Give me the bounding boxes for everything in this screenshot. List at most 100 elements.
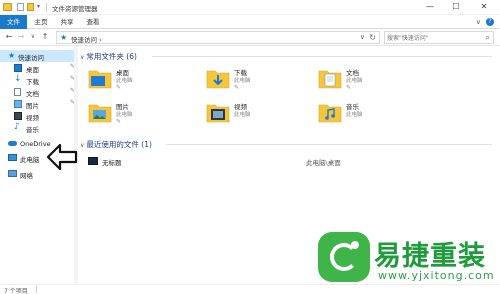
videos-folder-icon <box>206 104 230 123</box>
close-button[interactable]: ✕ <box>472 0 496 14</box>
watermark-title: 易捷重装 <box>374 241 486 272</box>
folder-location: 此电脑 <box>346 78 363 84</box>
breadcrumb-quick-access[interactable]: 快速访问 <box>71 36 97 44</box>
download-icon: ↓ <box>14 74 22 84</box>
network-icon <box>8 170 17 177</box>
help-icon[interactable]: ? <box>486 18 494 26</box>
videos-icon <box>14 112 22 120</box>
watermark-logo-icon <box>318 232 370 282</box>
collapse-chevron-icon[interactable]: ∨ <box>80 142 84 149</box>
search-icon[interactable]: ⌕ <box>486 33 490 43</box>
folder-location: 此电脑 <box>234 112 251 118</box>
title-bar: ▾ 文件资源管理器 — ☐ ✕ <box>0 0 500 15</box>
breadcrumb-separator[interactable]: › <box>99 36 102 44</box>
folder-tile-desktop[interactable]: 桌面 此电脑 ✎ <box>80 65 180 95</box>
file-location: 此电脑\桌面 <box>306 159 341 167</box>
properties-icon[interactable] <box>17 3 24 11</box>
desktop-folder-icon <box>88 70 112 89</box>
nav-item-videos[interactable]: 视频 <box>0 110 78 122</box>
folder-tile-music[interactable]: 音乐 此电脑 <box>310 99 410 129</box>
frequent-folders-header[interactable]: ∨ 常用文件夹 (6) <box>80 51 137 62</box>
item-count: 7 个项目 <box>4 288 28 294</box>
nav-item-desktop[interactable]: 桌面 ✎ <box>0 62 78 74</box>
tab-home[interactable]: 主页 <box>29 15 53 29</box>
back-button[interactable]: ← <box>4 32 14 41</box>
recent-file-row[interactable]: 无标题 此电脑\桌面 <box>86 156 486 167</box>
address-row: ← → ∨ ↑ ★ 快速访问 › ∨ ↻ ⌕ <box>0 29 500 46</box>
refresh-icon[interactable]: ↻ <box>369 33 376 42</box>
forward-button[interactable]: → <box>16 32 26 41</box>
folder-tile-downloads[interactable]: 下载 此电脑 ✎ <box>198 65 298 95</box>
documents-icon <box>14 88 21 96</box>
pin-icon: ✎ <box>346 84 352 91</box>
folder-location: 此电脑 <box>116 78 133 84</box>
group-title: 常用文件夹 (6) <box>86 52 137 61</box>
nav-label: 音乐 <box>26 126 39 134</box>
ribbon-expand-icon[interactable]: ∨ <box>476 18 481 26</box>
desktop-icon <box>14 64 22 72</box>
tab-view[interactable]: 查看 <box>81 15 105 29</box>
address-dropdown-icon[interactable]: ∨ <box>360 33 365 41</box>
image-file-icon <box>88 157 98 165</box>
computer-icon <box>8 154 17 161</box>
folder-tile-videos[interactable]: 视频 此电脑 <box>198 99 298 129</box>
pictures-icon <box>14 100 22 108</box>
explorer-app-icon[interactable] <box>3 3 12 11</box>
nav-item-pictures[interactable]: 图片 ✎ <box>0 98 78 110</box>
up-button[interactable]: ↑ <box>40 32 50 41</box>
nav-item-documents[interactable]: 文档 ✎ <box>0 86 78 98</box>
folder-location: 此电脑 <box>346 112 363 118</box>
music-icon: ♪ <box>14 122 20 132</box>
folder-tile-pictures[interactable]: 图片 此电脑 ✎ <box>80 99 180 129</box>
nav-item-downloads[interactable]: ↓ 下载 ✎ <box>0 74 78 86</box>
nav-label: 下载 <box>26 78 39 86</box>
status-bar: 7 个项目 <box>0 284 500 294</box>
documents-folder-icon <box>318 70 342 89</box>
nav-label: 文档 <box>26 90 39 98</box>
music-folder-icon <box>318 104 342 123</box>
pictures-folder-icon <box>88 104 112 123</box>
new-folder-icon[interactable] <box>27 3 34 11</box>
search-input[interactable] <box>387 33 477 43</box>
tab-share[interactable]: 共享 <box>55 15 79 29</box>
tab-file[interactable]: 文件 <box>0 15 27 29</box>
pin-icon: ✎ <box>116 118 122 125</box>
status-separator <box>36 286 37 293</box>
breadcrumb[interactable]: 快速访问 › <box>71 34 102 44</box>
title-separator <box>46 3 47 12</box>
quick-access-star-icon: ★ <box>8 51 16 60</box>
search-box[interactable]: ⌕ <box>384 31 494 44</box>
nav-quick-access[interactable]: ★ 快速访问 <box>0 50 78 62</box>
downloads-folder-icon <box>206 70 230 89</box>
nav-label: 网络 <box>20 172 33 180</box>
pin-icon: ✎ <box>116 84 122 91</box>
group-divider <box>166 144 492 145</box>
folder-location: 此电脑 <box>234 78 251 84</box>
recent-locations-button[interactable]: ∨ <box>28 33 38 40</box>
nav-label: 桌面 <box>26 66 39 74</box>
onedrive-cloud-icon <box>8 141 17 146</box>
group-divider <box>152 56 492 57</box>
nav-label: 快速访问 <box>18 54 44 62</box>
pointer-arrow-icon <box>46 143 78 171</box>
file-name: 无标题 <box>102 159 122 167</box>
window-title: 文件资源管理器 <box>52 5 98 13</box>
ribbon-tabs: 文件 主页 共享 查看 ∨ ? <box>0 15 500 29</box>
nav-label: 视频 <box>26 114 39 122</box>
customize-toolbar-icon[interactable]: ▾ <box>37 3 43 11</box>
folder-tile-documents[interactable]: 文档 此电脑 ✎ <box>310 65 410 95</box>
collapse-chevron-icon[interactable]: ∨ <box>80 54 84 61</box>
address-bar[interactable]: ★ 快速访问 › ∨ ↻ <box>56 31 380 44</box>
group-title: 最近使用的文件 (1) <box>86 140 152 149</box>
minimize-button[interactable]: — <box>418 0 442 14</box>
nav-label: 此电脑 <box>20 156 40 164</box>
nav-item-music[interactable]: ♪ 音乐 <box>0 122 78 134</box>
folder-location: 此电脑 <box>116 112 133 118</box>
recent-files-header[interactable]: ∨ 最近使用的文件 (1) <box>80 139 152 150</box>
watermark: 易捷重装 www.yjxitong.com <box>318 230 500 284</box>
maximize-button[interactable]: ☐ <box>444 0 468 14</box>
pin-icon: ✎ <box>234 84 240 91</box>
nav-label: 图片 <box>26 102 39 110</box>
watermark-url: www.yjxitong.com <box>378 269 495 282</box>
quick-access-star-icon: ★ <box>60 33 68 42</box>
